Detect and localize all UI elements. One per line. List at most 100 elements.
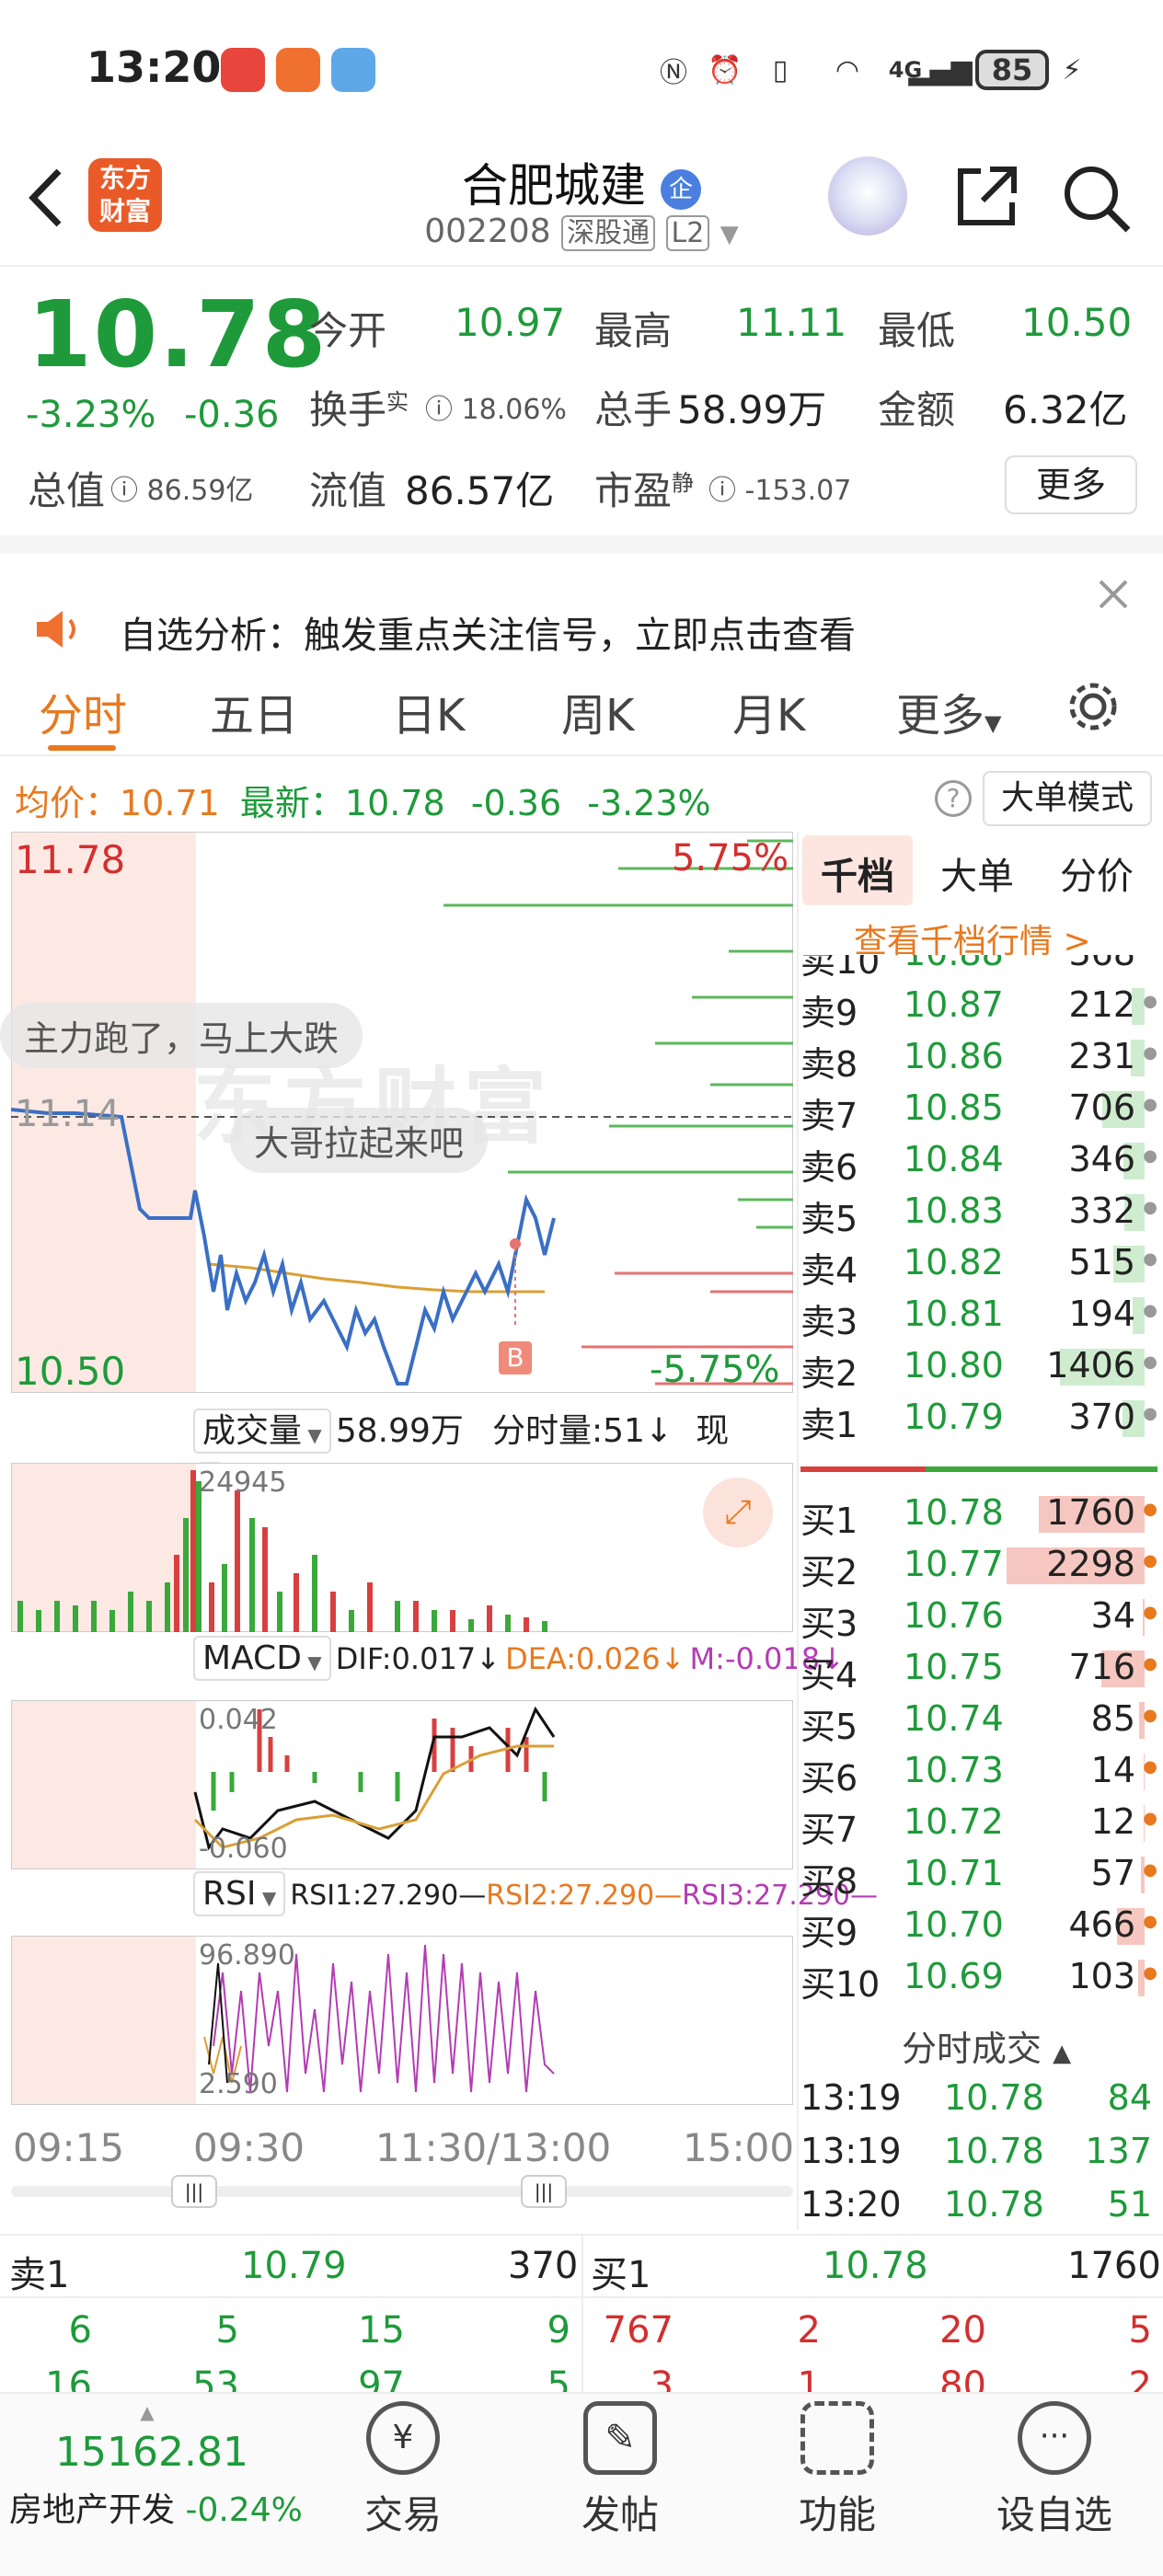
notice-text[interactable]: 自选分析：触发重点关注信号，立即点击查看 bbox=[120, 605, 856, 659]
tick-time: 13:19 bbox=[800, 2077, 902, 2118]
chart-top-pct: 5.75% bbox=[672, 837, 789, 880]
mktcap-value[interactable]: ⓘ 86.59亿 bbox=[110, 467, 253, 508]
buy1-label: 买1 bbox=[591, 2254, 651, 2296]
slider-handle-left[interactable]: ||| bbox=[171, 2175, 217, 2208]
book-level-label: 买2 bbox=[800, 1552, 858, 1593]
nav-functions[interactable]: 功能 bbox=[764, 2401, 911, 2540]
pe-label: 市盈静 bbox=[594, 460, 694, 516]
mktcap-value-text: 86.59亿 bbox=[146, 475, 254, 507]
caret-down-icon: ▼ bbox=[301, 1651, 322, 1673]
ask-row: 卖2 10.80 1406 ● bbox=[800, 1341, 1157, 1394]
open-value: 10.97 bbox=[455, 300, 566, 345]
avg-label: 均价： bbox=[15, 783, 121, 823]
help-icon[interactable]: ? bbox=[935, 780, 972, 817]
low-value: 10.50 bbox=[1021, 300, 1133, 345]
chart-bottom-price: 10.50 bbox=[15, 1349, 126, 1394]
tab-level-thousand[interactable]: 千档 bbox=[821, 846, 894, 900]
book-volume: 716 bbox=[1068, 1647, 1135, 1687]
book-dot: ● bbox=[1143, 1198, 1157, 1217]
book-volume: 85 bbox=[1090, 1698, 1135, 1739]
slider-handle-right[interactable]: ||| bbox=[521, 2175, 567, 2208]
pe-value-text: -153.07 bbox=[744, 475, 852, 507]
bid-row: 买9 10.70 466 ● bbox=[800, 1901, 1157, 1953]
ticks-header[interactable]: 分时成交 ▲ bbox=[902, 2020, 1071, 2071]
caret-down-icon: ▼ bbox=[985, 710, 1002, 736]
nav-add-watchlist[interactable]: ··· 设自选 bbox=[981, 2401, 1128, 2540]
order-depth-bars bbox=[443, 839, 793, 1229]
rsi-dropdown[interactable]: RSI ▼ bbox=[193, 1871, 286, 1916]
queue-cell: 5 bbox=[215, 2309, 239, 2352]
danmaku-bubble: 主力跑了，马上大跌 bbox=[0, 1003, 363, 1068]
rsi-lines bbox=[203, 1944, 555, 2093]
nav-trade[interactable]: ¥ 交易 bbox=[329, 2401, 477, 2540]
tab-daily-k[interactable]: 日K bbox=[392, 679, 465, 743]
buy1-price: 10.78 bbox=[823, 2245, 928, 2287]
pe-value[interactable]: ⓘ -153.07 bbox=[708, 467, 851, 508]
book-level-label: 买9 bbox=[800, 1913, 858, 1953]
caret-down-icon: ▼ bbox=[302, 1424, 322, 1446]
robot-avatar-icon[interactable] bbox=[828, 156, 907, 236]
tab-more[interactable]: 更多▼ bbox=[896, 679, 1001, 743]
book-price: 10.85 bbox=[904, 1087, 1004, 1128]
tick-time: 13:19 bbox=[800, 2131, 902, 2171]
latest-change: -0.36 bbox=[470, 783, 562, 823]
divider bbox=[0, 535, 1163, 554]
book-dot: ● bbox=[1143, 1146, 1157, 1166]
time-range-slider[interactable] bbox=[11, 2186, 793, 2197]
nav-post[interactable]: ✎ 发帖 bbox=[547, 2401, 694, 2540]
bid-row: 买7 10.72 12 ● bbox=[800, 1798, 1157, 1850]
book-dot: ● bbox=[1143, 1963, 1157, 1983]
book-volume: 368 bbox=[1068, 955, 1135, 973]
index-ticker[interactable]: ▲ 15162.81 房地产开发 -0.24% bbox=[0, 2401, 313, 2567]
book-volume: 1760 bbox=[1046, 1492, 1135, 1533]
tab-monthly-k[interactable]: 月K bbox=[732, 679, 805, 743]
tab-big-order[interactable]: 大单 bbox=[940, 846, 1014, 900]
open-label: 今开 bbox=[309, 308, 387, 353]
enterprise-badge: 企 bbox=[660, 168, 701, 210]
book-price: 10.69 bbox=[904, 1956, 1004, 1996]
latest-label: 最新： bbox=[239, 783, 345, 823]
low-label: 最低 bbox=[878, 308, 956, 353]
edit-icon: ✎ bbox=[583, 2401, 657, 2475]
macd-dropdown[interactable]: MACD ▼ bbox=[193, 1636, 331, 1681]
close-icon[interactable] bbox=[1095, 576, 1132, 613]
more-button[interactable]: 更多 bbox=[1005, 455, 1137, 514]
macd-dif: DIF:0.017↓ bbox=[335, 1641, 501, 1676]
bid-row: 买1 10.78 1760 ● bbox=[800, 1489, 1157, 1541]
volume-dropdown[interactable]: 成交量 ▼ bbox=[193, 1409, 331, 1454]
grid-icon bbox=[800, 2401, 874, 2475]
buy-marker[interactable]: B bbox=[499, 1341, 532, 1374]
book-level-label: 买5 bbox=[800, 1707, 858, 1747]
macd-header: MACD ▼ DIF:0.017↓ DEA:0.026↓ M:-0.018↓ bbox=[193, 1636, 845, 1691]
gear-icon[interactable] bbox=[1065, 679, 1121, 734]
ask-row: 卖3 10.81 194 ● bbox=[800, 1290, 1157, 1342]
book-price: 10.73 bbox=[904, 1750, 1004, 1790]
book-level-label: 卖2 bbox=[800, 1353, 858, 1394]
book-dot: ● bbox=[1143, 1912, 1157, 1931]
volume-header: 成交量 ▼ 58.99万 分时量:51↓ 现量:51 bbox=[193, 1404, 791, 1498]
tick-volume: 137 bbox=[1085, 2131, 1152, 2171]
bid-row: 买3 10.76 34 ● bbox=[800, 1592, 1157, 1644]
book-dot: ● bbox=[1143, 1860, 1157, 1880]
tab-five-day[interactable]: 五日 bbox=[210, 679, 298, 743]
expand-icon[interactable]: ⤢ bbox=[703, 1478, 773, 1547]
level-tag: L2 bbox=[665, 215, 710, 251]
tab-intraday[interactable]: 分时 bbox=[39, 679, 127, 743]
book-dot: ● bbox=[1143, 1809, 1157, 1828]
tab-weekly-k[interactable]: 周K bbox=[561, 679, 634, 743]
high-value: 11.11 bbox=[736, 300, 847, 345]
ask-row: 卖6 10.84 346 ● bbox=[800, 1135, 1157, 1188]
more-dots-icon: ··· bbox=[1018, 2401, 1091, 2475]
book-price: 10.80 bbox=[904, 1345, 1004, 1386]
sell1-label: 卖1 bbox=[9, 2254, 70, 2296]
big-order-mode-button[interactable]: 大单模式 bbox=[983, 771, 1152, 826]
tab-price-distribution[interactable]: 分价 bbox=[1060, 846, 1134, 900]
share-icon[interactable] bbox=[953, 162, 1021, 230]
ask-row: 卖1 10.79 370 ● bbox=[800, 1393, 1157, 1445]
turnover-value[interactable]: ⓘ 18.06% bbox=[425, 386, 567, 427]
book-level-label: 买4 bbox=[800, 1655, 858, 1696]
book-volume: 370 bbox=[1068, 1397, 1135, 1437]
search-icon[interactable] bbox=[1060, 162, 1134, 236]
book-price: 10.75 bbox=[904, 1647, 1004, 1687]
stock-name: 合肥城建 bbox=[462, 159, 647, 213]
